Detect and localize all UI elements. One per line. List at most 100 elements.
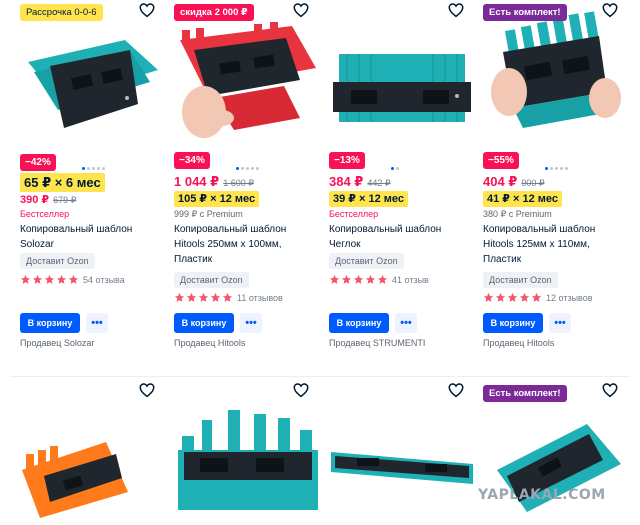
product-card-hitools-250[interactable]: скидка 2 000 ₽ −34% 1 044 ₽ 1 600 ₽ 105 … (174, 0, 322, 360)
star-icon (198, 292, 209, 302)
product-card-teal-wide[interactable] (174, 380, 322, 525)
add-to-cart-button[interactable]: В корзину (20, 313, 80, 333)
product-card-cheglok[interactable]: −13% 384 ₽ 442 ₽ 39 ₽ × 12 мес Бестселле… (329, 0, 477, 360)
watermark: YAPLAKAL.COM (478, 487, 606, 503)
carousel-dot[interactable] (246, 167, 249, 170)
heart-icon[interactable] (447, 1, 465, 19)
carousel-dot[interactable] (565, 167, 568, 170)
discount-badge: −55% (483, 152, 519, 169)
product-image[interactable] (20, 0, 168, 148)
image-carousel-dots[interactable] (391, 167, 399, 170)
old-price: 1 600 ₽ (223, 178, 254, 188)
star-icon (174, 292, 185, 302)
carousel-dot[interactable] (391, 167, 394, 170)
rating-stars: 41 отзыв (329, 274, 429, 285)
star-icon (365, 274, 376, 284)
product-title[interactable]: Копировальный шаблон Solozar (20, 222, 160, 252)
carousel-dot[interactable] (396, 167, 399, 170)
carousel-dot[interactable] (555, 167, 558, 170)
reviews-count[interactable]: 11 отзывов (237, 293, 283, 303)
product-image[interactable] (329, 0, 477, 148)
product-image[interactable] (174, 380, 322, 525)
product-title[interactable]: Копировальный шаблон Чеглок (329, 222, 469, 252)
old-price: 679 ₽ (53, 195, 77, 205)
heart-icon[interactable] (292, 381, 310, 399)
carousel-dot[interactable] (236, 167, 239, 170)
carousel-dot[interactable] (560, 167, 563, 170)
premium-price: 999 ₽ с Premium (174, 209, 243, 219)
carousel-dot[interactable] (545, 167, 548, 170)
image-carousel-dots[interactable] (236, 167, 259, 170)
add-to-cart-button[interactable]: В корзину (329, 313, 389, 333)
price-row: 390 ₽ 679 ₽ (20, 193, 76, 210)
bundle-available-badge: Есть комплект! (483, 4, 567, 21)
carousel-dot[interactable] (102, 167, 105, 170)
installment-price: 65 ₽ × 6 мес (20, 173, 105, 192)
image-carousel-dots[interactable] (82, 167, 105, 170)
heart-icon[interactable] (447, 381, 465, 399)
discount-amount-badge: скидка 2 000 ₽ (174, 4, 254, 21)
carousel-dot[interactable] (251, 167, 254, 170)
heart-icon[interactable] (138, 1, 156, 19)
product-card-teal-angled[interactable]: Есть комплект! (483, 380, 631, 525)
heart-icon[interactable] (601, 1, 619, 19)
more-options-button[interactable]: ••• (86, 313, 108, 333)
seller-link[interactable]: Продавец Hitools (174, 338, 245, 348)
rating-stars: 12 отзывов (483, 292, 593, 303)
discount-badge: −13% (329, 152, 365, 169)
more-options-button[interactable]: ••• (240, 313, 262, 333)
seller-link[interactable]: Продавец Hitools (483, 338, 554, 348)
product-image[interactable] (174, 0, 322, 148)
star-icon (495, 292, 506, 302)
star-icon (186, 292, 197, 302)
carousel-dot[interactable] (97, 167, 100, 170)
seller-link[interactable]: Продавец Solozar (20, 338, 94, 348)
add-to-cart-button[interactable]: В корзину (174, 313, 234, 333)
product-image[interactable] (329, 380, 477, 525)
reviews-count[interactable]: 12 отзывов (546, 293, 593, 303)
product-card-hitools-125[interactable]: Есть комплект! −55% 404 ₽ 900 ₽ 41 ₽ × 1… (483, 0, 631, 360)
product-card-orange[interactable] (20, 380, 168, 525)
heart-icon[interactable] (601, 381, 619, 399)
image-carousel-dots[interactable] (545, 167, 568, 170)
rating-stars: 11 отзывов (174, 292, 283, 303)
current-price: 1 044 ₽ (174, 174, 220, 189)
seller-link[interactable]: Продавец STRUMENTI (329, 338, 425, 348)
more-options-button[interactable]: ••• (395, 313, 417, 333)
star-icon (483, 292, 494, 302)
heart-icon[interactable] (292, 1, 310, 19)
star-icon (44, 274, 55, 284)
installment-price: 41 ₽ × 12 мес (483, 191, 563, 207)
star-icon (56, 274, 67, 284)
carousel-dot[interactable] (82, 167, 85, 170)
product-card-solozar[interactable]: Рассрочка 0-0-6 −42% 65 ₽ × 6 мес 390 ₽ … (20, 0, 168, 360)
product-card-teal-flat[interactable] (329, 380, 477, 525)
product-title[interactable]: Копировальный шаблон Hitools 125мм х 110… (483, 222, 623, 267)
carousel-dot[interactable] (87, 167, 90, 170)
carousel-dot[interactable] (241, 167, 244, 170)
carousel-dot[interactable] (550, 167, 553, 170)
price-row: 384 ₽ 442 ₽ (329, 174, 391, 191)
star-icon (329, 274, 340, 284)
reviews-count[interactable]: 41 отзыв (392, 275, 429, 285)
discount-badge: −34% (174, 152, 210, 169)
old-price: 442 ₽ (367, 178, 391, 188)
carousel-dot[interactable] (92, 167, 95, 170)
product-title[interactable]: Копировальный шаблон Hitools 250мм х 100… (174, 222, 314, 267)
star-icon (68, 274, 79, 284)
star-icon (353, 274, 364, 284)
carousel-dot[interactable] (256, 167, 259, 170)
add-to-cart-button[interactable]: В корзину (483, 313, 543, 333)
installment-promo-badge: Рассрочка 0-0-6 (20, 4, 103, 21)
heart-icon[interactable] (138, 381, 156, 399)
price-row: 1 044 ₽ 1 600 ₽ (174, 174, 254, 191)
shipping-badge: Доставит Ozon (20, 253, 95, 269)
reviews-count[interactable]: 54 отзыва (83, 275, 125, 285)
installment-price: 105 ₽ × 12 мес (174, 191, 260, 207)
star-icon (20, 274, 31, 284)
product-image[interactable] (483, 0, 631, 148)
product-image[interactable] (20, 380, 168, 525)
more-options-button[interactable]: ••• (549, 313, 571, 333)
star-icon (32, 274, 43, 284)
shipping-badge: Доставит Ozon (483, 272, 558, 288)
